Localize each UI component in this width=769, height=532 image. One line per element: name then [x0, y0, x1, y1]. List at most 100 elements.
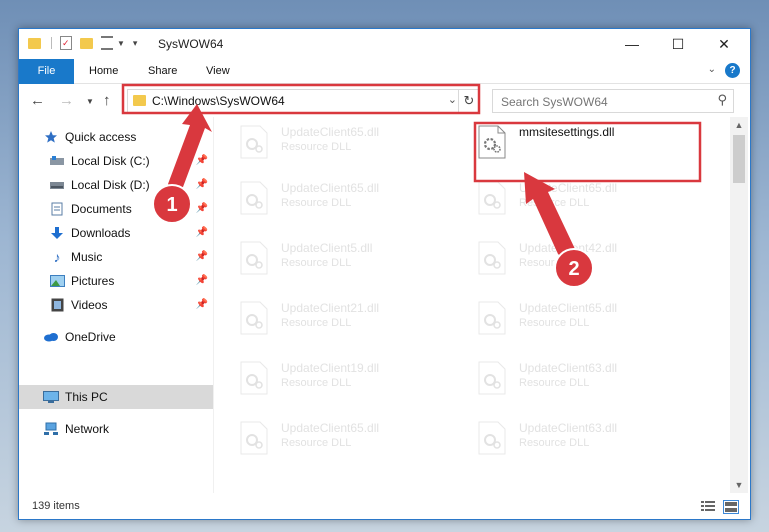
list-item[interactable]: UpdateClient21.dll Resource DLL — [232, 293, 452, 345]
sidebar-item-pictures[interactable]: Pictures 📌 — [19, 269, 213, 293]
pin-icon[interactable]: 📌 — [196, 251, 208, 262]
file-type: Resource DLL — [519, 437, 590, 449]
status-bar: 139 items — [19, 494, 750, 519]
folder-icon[interactable] — [28, 37, 41, 49]
help-icon[interactable]: ? — [725, 63, 740, 78]
list-item[interactable]: UpdateClient65.dll Resource DLL — [232, 173, 452, 225]
pin-icon[interactable]: 📌 — [196, 155, 208, 166]
search-box[interactable]: ⚲ — [492, 89, 734, 113]
chevron-down-icon[interactable]: ▼ — [117, 39, 125, 48]
file-type: Resource DLL — [281, 437, 352, 449]
scroll-down-icon[interactable]: ▼ — [730, 477, 748, 493]
close-button[interactable]: ✕ — [701, 29, 747, 59]
pin-icon[interactable]: 📌 — [196, 203, 208, 214]
sidebar-item-this-pc[interactable]: This PC — [19, 385, 213, 409]
forward-arrow-icon[interactable]: → — [59, 92, 74, 109]
refresh-icon[interactable]: ↻ — [458, 90, 479, 112]
address-bar[interactable]: C:\Windows\SysWOW64 ⌄ ↻ — [127, 89, 480, 113]
sidebar-item-label: Downloads — [71, 226, 131, 240]
network-icon — [43, 421, 59, 437]
sidebar-item-local-disk-d[interactable]: Local Disk (D:) 📌 — [19, 173, 213, 197]
large-icons-view-icon[interactable] — [723, 500, 739, 514]
view-options-icon[interactable] — [101, 36, 113, 50]
pin-icon[interactable]: 📌 — [196, 299, 208, 310]
sidebar-item-label: Pictures — [71, 274, 115, 288]
new-folder-icon[interactable] — [80, 37, 93, 49]
file-name: UpdateClient19.dll — [281, 361, 380, 375]
pin-icon[interactable]: 📌 — [196, 275, 208, 286]
file-type: Resource DLL — [281, 257, 352, 269]
scroll-up-icon[interactable]: ▲ — [730, 117, 748, 133]
minimize-button[interactable]: — — [609, 29, 655, 59]
scrollbar-thumb[interactable] — [733, 135, 745, 183]
back-arrow-icon[interactable]: ← — [30, 92, 45, 109]
tab-share[interactable]: Share — [148, 59, 177, 83]
navigation-bar: ← → ▼ ↑ C:\Windows\SysWOW64 ⌄ ↻ ⚲ — [19, 84, 750, 117]
dll-file-icon — [478, 241, 506, 275]
dll-file-icon — [240, 421, 268, 455]
star-icon — [43, 129, 59, 145]
sidebar-item-label: Videos — [71, 298, 108, 312]
quick-access-toolbar: ✓ ▼ ▾ — [28, 36, 137, 50]
file-type: Resource DLL — [281, 317, 352, 329]
documents-icon — [49, 201, 65, 217]
file-name: UpdateClient65.dll — [281, 181, 380, 195]
file-type: Resource DLL — [519, 317, 590, 329]
sidebar-item-documents[interactable]: Documents 📌 — [19, 197, 213, 221]
sidebar-item-onedrive[interactable]: OneDrive — [19, 325, 213, 349]
list-item[interactable]: UpdateClient65.dll Resource DLL — [470, 293, 690, 345]
cloud-icon — [43, 329, 59, 345]
list-item[interactable]: UpdateClient63.dll Resource DLL — [470, 353, 690, 405]
search-input[interactable] — [499, 92, 703, 112]
dll-file-icon — [240, 361, 268, 395]
sidebar-item-music[interactable]: ♪ Music 📌 — [19, 245, 213, 269]
sidebar-item-network[interactable]: Network — [19, 417, 213, 441]
dll-file-icon — [240, 301, 268, 335]
tab-home[interactable]: Home — [89, 59, 118, 83]
list-item[interactable]: UpdateClient5.dll Resource DLL — [232, 233, 452, 285]
sidebar-item-quick-access[interactable]: Quick access — [19, 125, 213, 149]
customize-toolbar-icon[interactable]: ▾ — [133, 38, 138, 49]
vertical-scrollbar[interactable]: ▲ ▼ — [730, 117, 748, 493]
list-item[interactable]: UpdateClient65.dll Resource DLL — [470, 173, 690, 225]
sidebar-item-downloads[interactable]: Downloads 📌 — [19, 221, 213, 245]
sidebar-item-videos[interactable]: Videos 📌 — [19, 293, 213, 317]
details-view-icon[interactable] — [701, 500, 715, 512]
separator — [51, 37, 52, 49]
list-item[interactable]: UpdateClient65.dll Resource DLL — [232, 117, 452, 169]
properties-icon[interactable]: ✓ — [60, 36, 72, 50]
up-arrow-icon[interactable]: ↑ — [103, 92, 111, 109]
explorer-window: ✓ ▼ ▾ SysWOW64 — ☐ ✕ File Home Share Vie… — [18, 28, 751, 520]
maximize-button[interactable]: ☐ — [655, 29, 701, 59]
item-count: 139 items — [32, 500, 80, 512]
navigation-pane: Quick access Local Disk (C:) 📌 Local Dis… — [19, 117, 214, 493]
recent-locations-chevron-icon[interactable]: ▼ — [86, 97, 94, 106]
list-item[interactable]: UpdateClient42.dll Resource DLL — [470, 233, 690, 285]
list-item[interactable]: UpdateClient63.dll Resource DLL — [470, 413, 690, 465]
file-name: UpdateClient65.dll — [281, 125, 380, 139]
file-name: UpdateClient21.dll — [281, 301, 380, 315]
drive-icon — [49, 153, 65, 169]
file-type: Resource DLL — [281, 141, 352, 153]
pin-icon[interactable]: 📌 — [196, 227, 208, 238]
sidebar-item-label: Local Disk (C:) — [71, 154, 150, 168]
file-name: UpdateClient63.dll — [519, 421, 618, 435]
list-item[interactable]: UpdateClient65.dll Resource DLL — [232, 413, 452, 465]
search-icon[interactable]: ⚲ — [717, 92, 727, 108]
chevron-down-icon[interactable]: ⌄ — [448, 93, 457, 106]
drive-icon — [49, 177, 65, 193]
tab-view[interactable]: View — [206, 59, 230, 83]
pin-icon[interactable]: 📌 — [196, 179, 208, 190]
window-title: SysWOW64 — [158, 37, 224, 51]
sidebar-item-local-disk-c[interactable]: Local Disk (C:) 📌 — [19, 149, 213, 173]
ribbon: File Home Share View ⌄ ? — [19, 59, 750, 111]
file-type: Resource DLL — [519, 197, 590, 209]
expand-ribbon-icon[interactable]: ⌄ — [708, 64, 716, 75]
dll-file-icon — [478, 181, 506, 215]
sidebar-item-label: This PC — [65, 390, 108, 404]
dll-file-icon — [240, 241, 268, 275]
address-text[interactable]: C:\Windows\SysWOW64 — [152, 94, 285, 108]
list-item-mmsitesettings[interactable]: mmsitesettings.dll — [470, 117, 690, 169]
dll-file-icon — [478, 361, 506, 395]
list-item[interactable]: UpdateClient19.dll Resource DLL — [232, 353, 452, 405]
